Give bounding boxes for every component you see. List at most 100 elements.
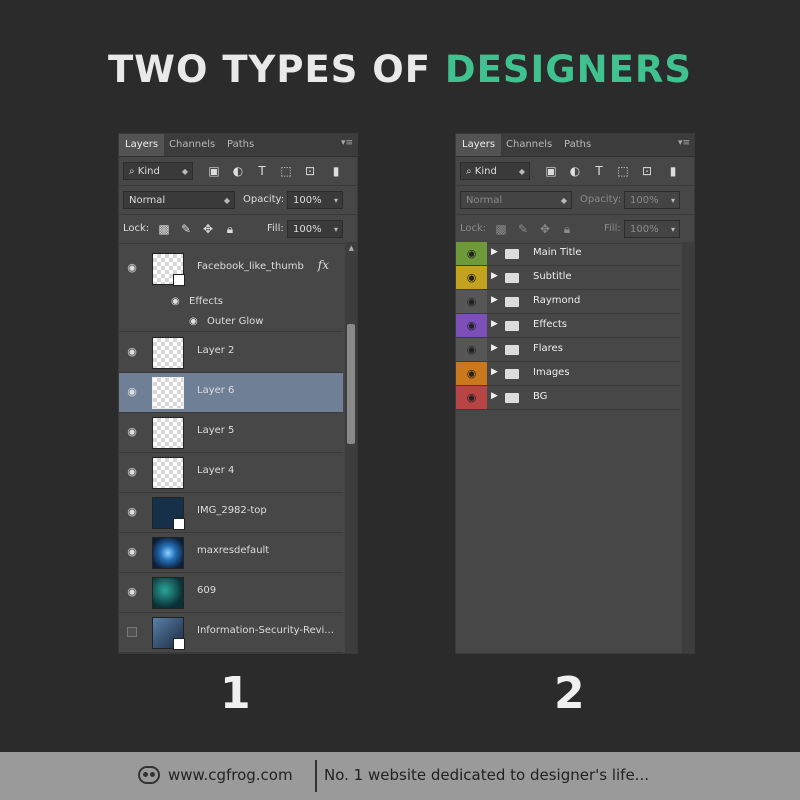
type-filter-icon[interactable]: T: [592, 164, 606, 178]
blend-mode-select[interactable]: Normal ◆: [460, 191, 572, 209]
expand-triangle-icon[interactable]: ▶: [491, 319, 498, 329]
shape-filter-icon[interactable]: ⬚: [279, 164, 293, 178]
layer-row[interactable]: ◉ Facebook_like_thumb fx ◉ Effects ◉ Out…: [119, 249, 343, 332]
layer-row[interactable]: ◉ IMG_2982-top: [119, 493, 343, 533]
filter-toggle-icon[interactable]: ▮: [666, 164, 680, 178]
adjustment-filter-icon[interactable]: ◐: [231, 164, 245, 178]
tab-channels[interactable]: Channels: [163, 134, 221, 156]
smart-object-icon: [173, 274, 185, 286]
layer-row-selected[interactable]: ◉ Layer 6: [119, 373, 343, 413]
lock-all-icon[interactable]: 🔒︎: [223, 222, 237, 236]
shape-filter-icon[interactable]: ⬚: [616, 164, 630, 178]
panel-menu-icon[interactable]: ▾≡: [341, 138, 353, 148]
chevron-down-icon: ▾: [670, 196, 675, 205]
adjustment-filter-icon[interactable]: ◐: [568, 164, 582, 178]
tab-layers[interactable]: Layers: [456, 134, 502, 156]
blend-mode-value: Normal: [466, 195, 503, 206]
opacity-label: Opacity:: [580, 194, 622, 205]
tab-paths[interactable]: Paths: [558, 134, 597, 156]
layer-row[interactable]: ◉ Layer 4: [119, 453, 343, 493]
visibility-eye-icon[interactable]: ◉: [125, 261, 139, 275]
expand-triangle-icon[interactable]: ▶: [491, 367, 498, 377]
effects-eye-icon[interactable]: ◉: [171, 296, 180, 307]
visibility-eye-icon[interactable]: ◉: [456, 242, 487, 265]
visibility-eye-icon[interactable]: ◉: [125, 505, 139, 519]
layer-name: Layer 6: [197, 385, 235, 396]
expand-triangle-icon[interactable]: ▶: [491, 271, 498, 281]
layer-group-row[interactable]: ◉ ▶ Effects: [456, 314, 680, 338]
visibility-eye-icon[interactable]: ◉: [456, 338, 487, 361]
headline: TWO TYPES OF DESIGNERS: [0, 48, 800, 91]
site-url[interactable]: www.cgfrog.com: [168, 766, 293, 784]
image-filter-icon[interactable]: ▣: [544, 164, 558, 178]
kind-select[interactable]: ⌕ Kind ◆: [123, 162, 193, 180]
opacity-value: 100%: [630, 195, 659, 206]
lock-transparency-icon[interactable]: ▩: [157, 222, 171, 236]
panel-menu-icon[interactable]: ▾≡: [678, 138, 690, 148]
tab-paths[interactable]: Paths: [221, 134, 260, 156]
smartobject-filter-icon[interactable]: ⊡: [640, 164, 654, 178]
blend-mode-select[interactable]: Normal ◆: [123, 191, 235, 209]
fill-label: Fill:: [604, 223, 621, 234]
visibility-eye-icon[interactable]: ◉: [125, 425, 139, 439]
filter-toggle-icon[interactable]: ▮: [329, 164, 343, 178]
scroll-up-icon[interactable]: ▲: [349, 244, 354, 252]
expand-triangle-icon[interactable]: ▶: [491, 247, 498, 257]
outer-glow-eye-icon[interactable]: ◉: [189, 316, 198, 327]
visibility-eye-icon[interactable]: ◉: [125, 345, 139, 359]
layers-scrollbar[interactable]: [345, 242, 357, 653]
layer-group-row[interactable]: ◉ ▶ Raymond: [456, 290, 680, 314]
fx-icon[interactable]: fx: [318, 258, 329, 272]
layer-group-row[interactable]: ◉ ▶ BG: [456, 386, 680, 410]
lock-position-icon[interactable]: ✥: [538, 222, 552, 236]
visibility-eye-icon[interactable]: ◉: [456, 290, 487, 313]
layer-group-row[interactable]: ◉ ▶ Subtitle: [456, 266, 680, 290]
layer-row[interactable]: ◉ 609: [119, 573, 343, 613]
visibility-off-box[interactable]: [127, 627, 137, 637]
tab-channels[interactable]: Channels: [500, 134, 558, 156]
visibility-eye-icon[interactable]: ◉: [125, 585, 139, 599]
expand-triangle-icon[interactable]: ▶: [491, 295, 498, 305]
divider: [315, 760, 317, 792]
layer-thumbnail: [152, 377, 184, 409]
fill-field[interactable]: 100% ▾: [287, 220, 343, 238]
layers-scrollbar[interactable]: [682, 242, 694, 653]
visibility-eye-icon[interactable]: ◉: [456, 266, 487, 289]
group-name: Raymond: [533, 295, 581, 306]
visibility-eye-icon[interactable]: ◉: [125, 465, 139, 479]
lock-position-icon[interactable]: ✥: [201, 222, 215, 236]
tab-layers[interactable]: Layers: [119, 134, 165, 156]
chevron-down-icon: ▾: [670, 225, 675, 234]
lock-pixels-icon[interactable]: ✎: [516, 222, 530, 236]
layer-name: IMG_2982-top: [197, 505, 267, 516]
scrollbar-thumb[interactable]: [347, 324, 355, 444]
layers-panel-1: Layers Channels Paths ▾≡ ⌕ Kind ◆ ▣ ◐ T ⬚…: [118, 133, 358, 654]
expand-triangle-icon[interactable]: ▶: [491, 343, 498, 353]
layer-row[interactable]: ◉ maxresdefault: [119, 533, 343, 573]
visibility-eye-icon[interactable]: ◉: [456, 314, 487, 337]
lock-pixels-icon[interactable]: ✎: [179, 222, 193, 236]
image-filter-icon[interactable]: ▣: [207, 164, 221, 178]
lock-all-icon[interactable]: 🔒︎: [560, 222, 574, 236]
layer-row[interactable]: ◉ Layer 2: [119, 333, 343, 373]
expand-triangle-icon[interactable]: ▶: [491, 391, 498, 401]
visibility-eye-icon[interactable]: ◉: [125, 385, 139, 399]
smartobject-filter-icon[interactable]: ⊡: [303, 164, 317, 178]
layer-row-hidden[interactable]: Information-Security-Revi...: [119, 613, 343, 653]
type-filter-icon[interactable]: T: [255, 164, 269, 178]
folder-icon: [505, 345, 519, 355]
opacity-field[interactable]: 100% ▾: [624, 191, 680, 209]
layer-group-row[interactable]: ◉ ▶ Flares: [456, 338, 680, 362]
layer-group-row[interactable]: ◉ ▶ Images: [456, 362, 680, 386]
layer-group-row[interactable]: ◉ ▶ Main Title: [456, 242, 680, 266]
visibility-eye-icon[interactable]: ◉: [456, 386, 487, 409]
opacity-value: 100%: [293, 195, 322, 206]
fill-field[interactable]: 100% ▾: [624, 220, 680, 238]
kind-select[interactable]: ⌕ Kind ◆: [460, 162, 530, 180]
layer-row[interactable]: ◉ Layer 5: [119, 413, 343, 453]
opacity-field[interactable]: 100% ▾: [287, 191, 343, 209]
filter-row: ⌕ Kind ◆ ▣ ◐ T ⬚ ⊡ ▮: [119, 157, 357, 186]
lock-transparency-icon[interactable]: ▩: [494, 222, 508, 236]
visibility-eye-icon[interactable]: ◉: [456, 362, 487, 385]
visibility-eye-icon[interactable]: ◉: [125, 545, 139, 559]
